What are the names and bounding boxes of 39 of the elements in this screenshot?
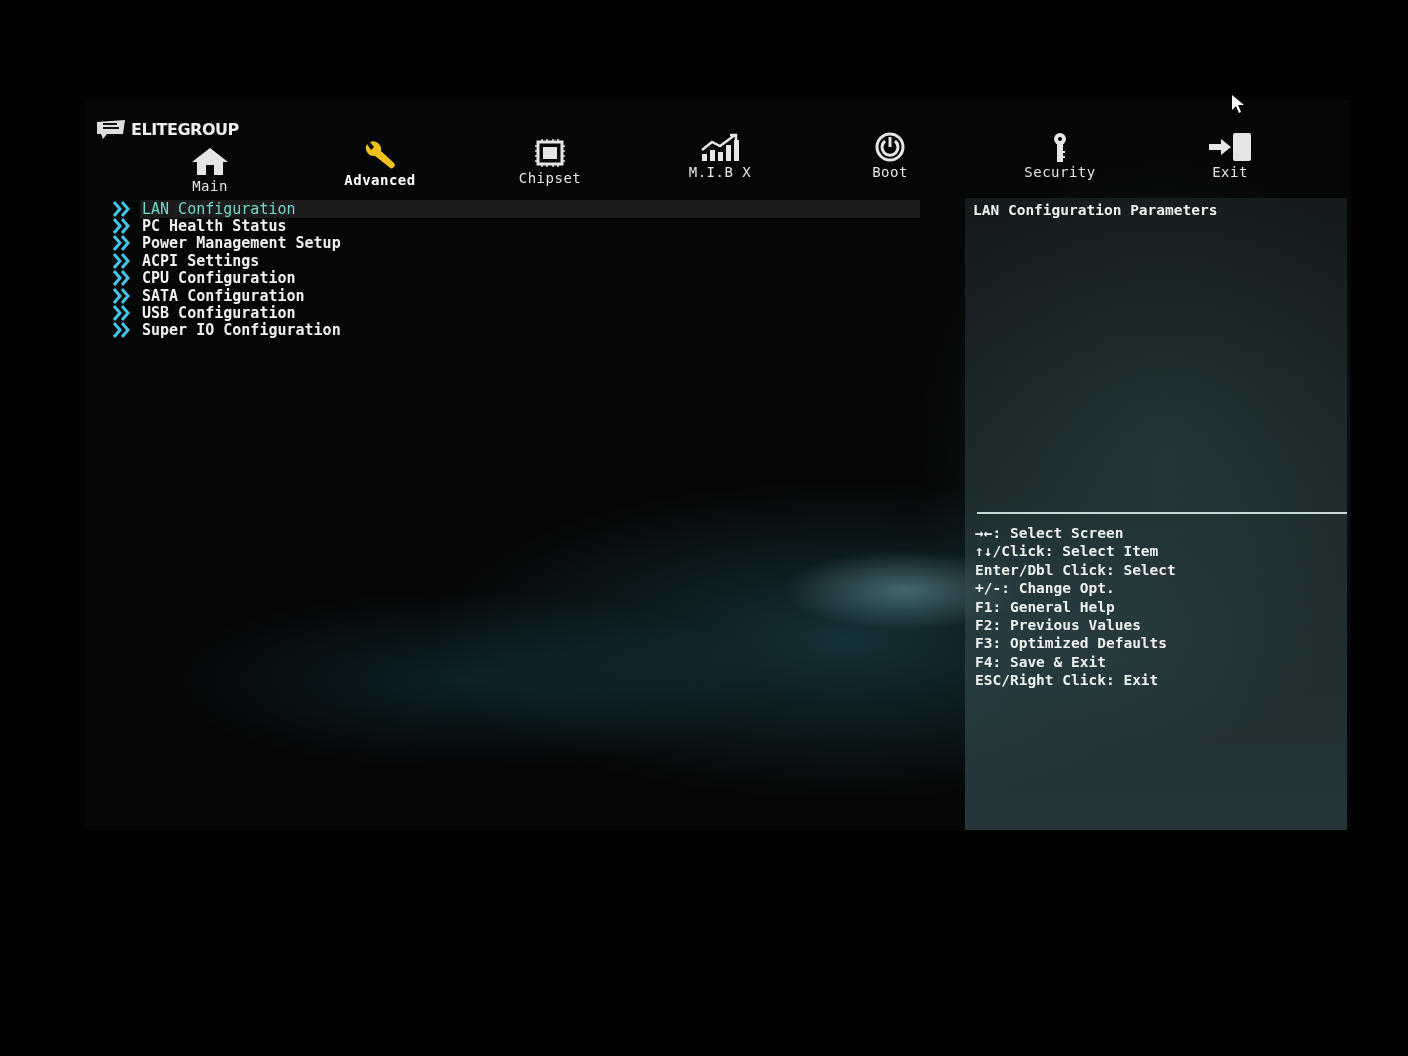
menu-item[interactable]: PC Health Status [113,217,920,235]
logo-icon [95,118,127,140]
chip-icon [532,138,568,168]
tab[interactable]: M.I.B X [635,132,805,194]
key-hint: ESC/Right Click: Exit [975,671,1160,690]
tab[interactable]: Exit [1145,132,1315,194]
tab[interactable]: Advanced [295,140,465,194]
chevron-icon [113,322,133,339]
house-icon [190,146,230,176]
chevron-icon [113,305,133,322]
tab[interactable]: Boot [805,132,975,194]
chart-icon [699,132,741,162]
chevron-icon [113,235,133,252]
chevron-icon [113,252,133,269]
brand-name: ELITEGROUP [131,119,239,139]
key-hint: F2: Previous Values [975,616,1142,635]
chevron-icon [113,218,133,235]
tab[interactable]: Main [125,146,295,194]
menu-item[interactable]: USB Configuration [113,304,920,322]
menu-item[interactable]: SATA Configuration [113,286,920,305]
key-hint: F4: Save & Exit [975,652,1107,672]
tab[interactable]: Security [975,132,1145,194]
tab[interactable]: Chipset [465,138,635,194]
chevron-icon [113,287,133,304]
key-hint: F3: Optimized Defaults [975,634,1169,653]
menu-item[interactable]: Power Management Setup [113,234,920,253]
key-hint: +/-: Change Opt. [975,579,1116,598]
cursor-icon [1231,94,1245,114]
menu-item[interactable]: ACPI Settings [113,252,920,270]
menu-item[interactable]: CPU Configuration [113,269,920,287]
chevron-icon [113,270,133,287]
key-hint: →←: Select Screen [975,524,1125,543]
key-hint: Enter/Dbl Click: Select [975,560,1177,580]
key-hint: F1: General Help [975,597,1116,617]
key-hint: ↑↓/Click: Select Item [975,542,1160,561]
menu-item[interactable]: Super IO Configuration [113,321,920,340]
help-title: LAN Configuration Parameters [972,201,1219,218]
exit-door-icon [1207,132,1253,162]
chevron-icon [113,200,133,217]
